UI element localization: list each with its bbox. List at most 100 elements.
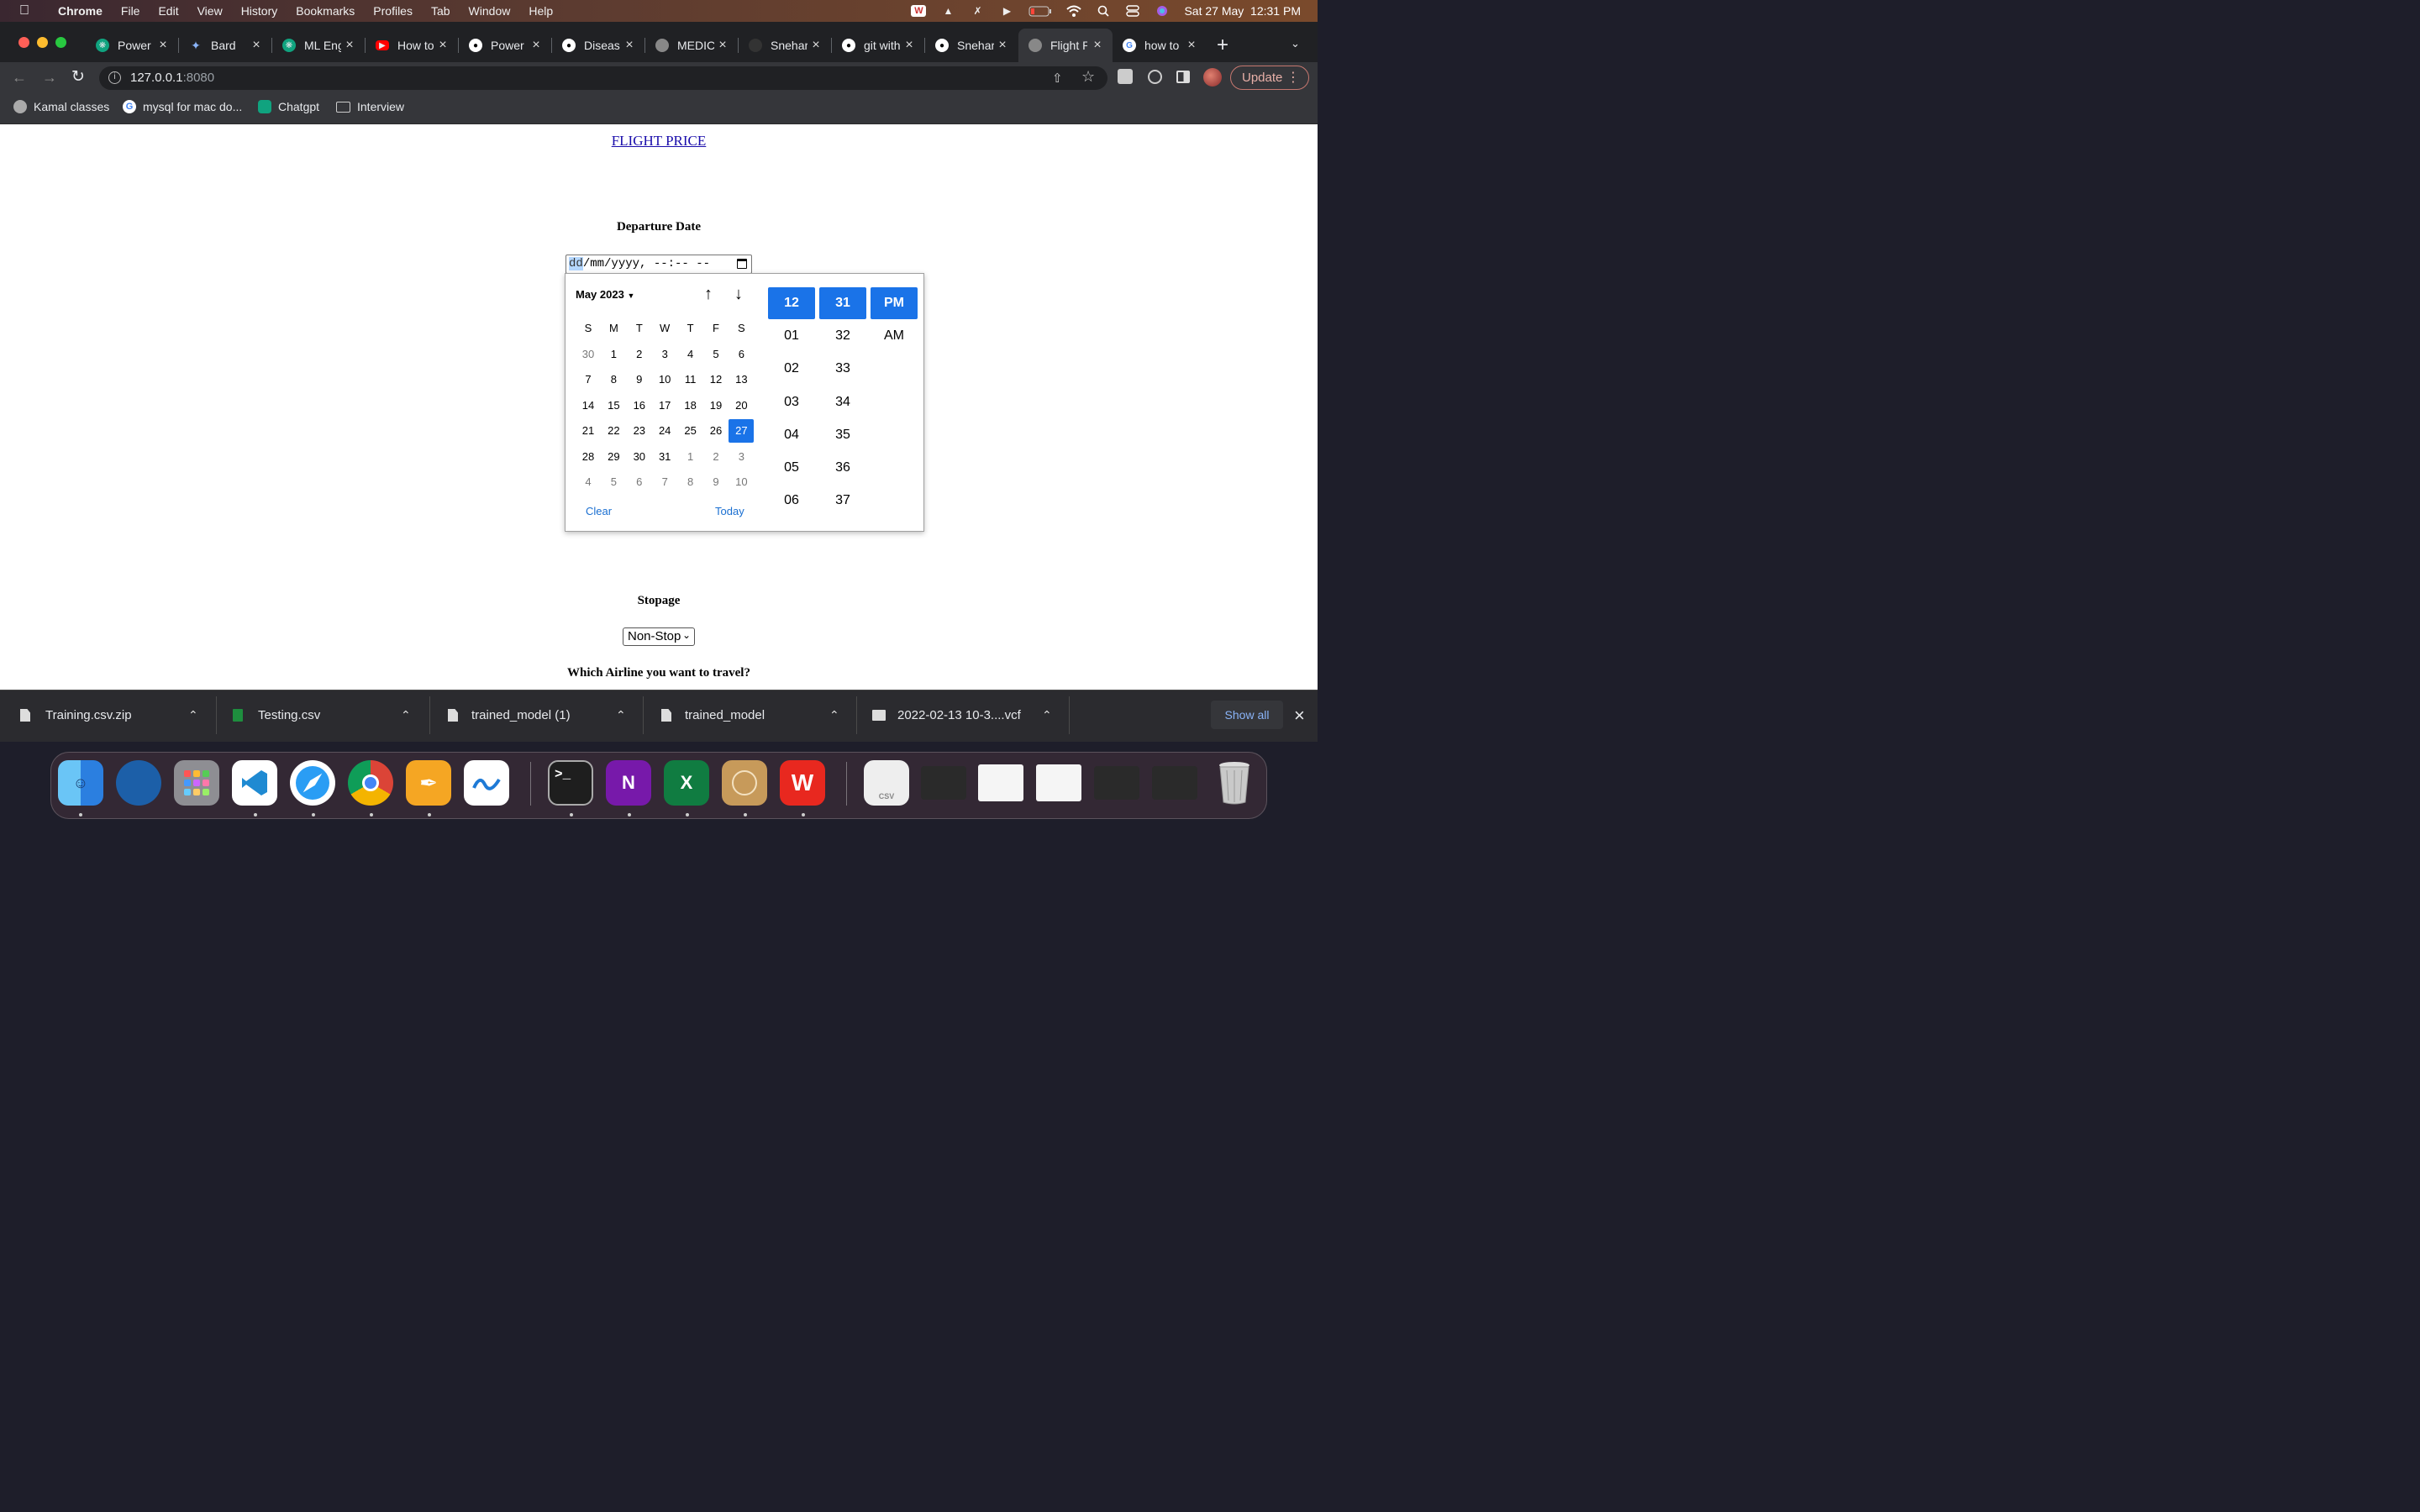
update-button[interactable]: Update ⋮ [1230, 66, 1309, 90]
bookmark-interview-folder[interactable]: Interview [336, 100, 404, 113]
download-item-vcf[interactable]: 2022-02-13 10-3....vcf ⌃ [872, 708, 1057, 722]
menu-file[interactable]: File [112, 4, 150, 18]
close-icon[interactable]: × [343, 38, 356, 53]
calendar-day[interactable]: 7 [652, 470, 677, 494]
hour-option[interactable]: 01 [768, 320, 815, 352]
minute-option[interactable]: 33 [819, 353, 866, 385]
calendar-day[interactable]: 8 [601, 368, 626, 391]
share-icon[interactable]: ⇧ [1052, 71, 1063, 86]
ampm-option[interactable]: AM [871, 320, 918, 352]
menu-bookmarks[interactable]: Bookmarks [287, 4, 364, 18]
calendar-day[interactable]: 7 [576, 368, 601, 391]
close-icon[interactable]: × [1185, 38, 1198, 53]
menu-window[interactable]: Window [460, 4, 520, 18]
ampm-option-selected[interactable]: PM [871, 287, 918, 319]
minute-option-selected[interactable]: 31 [819, 287, 866, 319]
calendar-day[interactable]: 10 [729, 470, 754, 494]
calendar-day[interactable]: 22 [601, 419, 626, 443]
calendar-day-selected[interactable]: 27 [729, 419, 755, 444]
menu-help[interactable]: Help [519, 4, 562, 18]
tab-medic[interactable]: MEDIC × [655, 34, 729, 57]
kebab-menu-icon[interactable]: ⋮ [1286, 69, 1300, 86]
tab-git-with[interactable]: ● git with × [842, 34, 916, 57]
tab-snehar-1[interactable]: Snehar × [749, 34, 823, 57]
calendar-day[interactable]: 2 [627, 343, 652, 366]
close-icon[interactable]: × [436, 38, 450, 53]
close-icon[interactable]: × [716, 38, 729, 53]
calendar-day[interactable]: 11 [678, 368, 703, 391]
chevron-up-icon[interactable]: ⌃ [1042, 708, 1052, 722]
next-month-arrow-icon[interactable]: ↓ [734, 285, 743, 304]
vscode-icon[interactable] [232, 760, 277, 806]
menubar-datetime[interactable]: Sat 27 May 12:31 PM [1184, 4, 1301, 18]
excel-icon[interactable]: X [664, 760, 709, 806]
wps-office-icon[interactable]: W [780, 760, 825, 806]
month-year-dropdown[interactable]: May 2023 ▼ [576, 288, 634, 301]
document-thumbnail-icon[interactable] [1036, 764, 1081, 801]
calendar-day[interactable]: 28 [576, 445, 601, 469]
hour-option[interactable]: 03 [768, 386, 815, 418]
address-bar[interactable] [99, 66, 1107, 90]
bookmark-kamal-classes[interactable]: Kamal classes [13, 100, 109, 113]
calendar-day[interactable]: 20 [729, 394, 754, 417]
control-center-icon[interactable] [1125, 5, 1140, 17]
site-info-icon[interactable]: i [108, 71, 121, 84]
apple-menu-icon[interactable]:  [0, 3, 49, 18]
calendar-day[interactable]: 21 [576, 419, 601, 443]
menu-edit[interactable]: Edit [149, 4, 187, 18]
window-zoom-button[interactable] [55, 37, 66, 48]
tab-search-chevron-icon[interactable]: ⌄ [1291, 37, 1300, 50]
bookmark-chatgpt[interactable]: Chatgpt [258, 100, 319, 113]
hour-option[interactable]: 05 [768, 452, 815, 484]
menu-view[interactable]: View [188, 4, 232, 18]
departure-datetime-input[interactable]: dd/mm/yyyy, --:-- -- [566, 255, 752, 274]
calendar-day[interactable]: 1 [678, 445, 703, 469]
today-button[interactable]: Today [715, 505, 744, 517]
spotlight-search-icon[interactable] [1096, 5, 1111, 17]
hour-option-selected[interactable]: 12 [768, 287, 815, 319]
download-item-trained-model[interactable]: trained_model ⌃ [661, 708, 846, 722]
terminal-icon[interactable]: >_ [548, 760, 593, 806]
chevron-up-icon[interactable]: ⌃ [829, 708, 839, 722]
minute-option[interactable]: 36 [819, 452, 866, 484]
download-item-trained-model-1[interactable]: trained_model (1) ⌃ [448, 708, 633, 722]
tab-snehar-2[interactable]: ● Snehar × [935, 34, 1009, 57]
chevron-up-icon[interactable]: ⌃ [616, 708, 626, 722]
calendar-day[interactable]: 25 [678, 419, 703, 443]
siri-icon[interactable] [1155, 5, 1170, 17]
play-status-icon[interactable]: ▶ [999, 5, 1014, 17]
bookmark-star-icon[interactable]: ☆ [1081, 68, 1095, 86]
forward-button[interactable]: → [42, 69, 57, 87]
side-panel-icon[interactable] [1176, 71, 1190, 83]
calendar-day[interactable]: 8 [678, 470, 703, 494]
tab-bard[interactable]: ✦ Bard × [189, 34, 263, 57]
calendar-day[interactable]: 17 [652, 394, 677, 417]
calendar-day[interactable]: 19 [703, 394, 729, 417]
bolt-status-icon[interactable]: ✗ [970, 5, 985, 17]
flight-price-link[interactable]: FLIGHT PRICE [612, 133, 707, 149]
pages-icon[interactable]: ✒ [406, 760, 451, 806]
close-icon[interactable]: × [996, 38, 1009, 53]
menu-app-chrome[interactable]: Chrome [49, 4, 112, 18]
previous-month-arrow-icon[interactable]: ↑ [704, 285, 713, 304]
hour-option[interactable]: 02 [768, 353, 815, 385]
close-icon[interactable]: × [529, 38, 543, 53]
close-downloads-icon[interactable]: × [1294, 705, 1305, 727]
recent-window-thumbnail-icon[interactable] [1094, 766, 1139, 800]
stopage-select[interactable]: Non-Stop ⌄ [623, 627, 695, 646]
recent-window-thumbnail-icon[interactable] [921, 766, 966, 800]
new-tab-button[interactable]: + [1217, 34, 1228, 57]
chevron-up-icon[interactable]: ⌃ [401, 708, 411, 722]
download-item-testing-csv[interactable]: Testing.csv ⌃ [233, 708, 418, 722]
chrome-icon[interactable] [348, 760, 393, 806]
calendar-day[interactable]: 26 [703, 419, 729, 443]
launchpad-icon[interactable] [174, 760, 219, 806]
calendar-day[interactable]: 4 [678, 343, 703, 366]
calendar-day[interactable]: 23 [627, 419, 652, 443]
chevron-up-icon[interactable]: ⌃ [188, 708, 198, 722]
csv-file-icon[interactable]: CSV [864, 760, 909, 806]
document-thumbnail-icon[interactable] [978, 764, 1023, 801]
elephant-status-icon[interactable]: ▲ [940, 5, 955, 17]
recent-window-thumbnail-icon[interactable] [1152, 766, 1197, 800]
tab-how-to-google[interactable]: Ghow to × [1123, 34, 1198, 57]
